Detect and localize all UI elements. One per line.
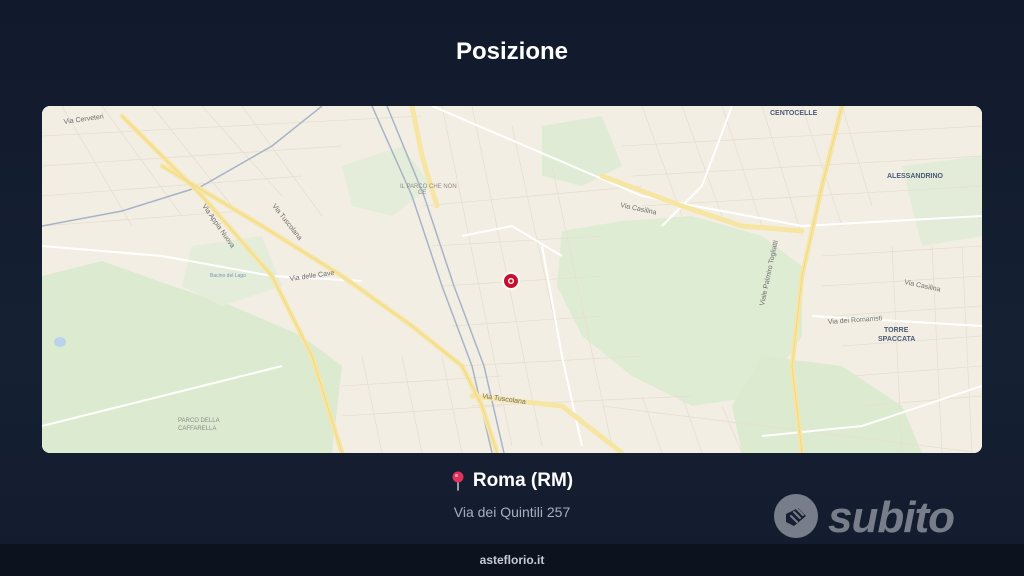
location-marker-icon[interactable] xyxy=(502,272,520,290)
district-label: SPACCATA xyxy=(878,336,915,343)
district-label: CENTOCELLE xyxy=(770,110,818,117)
district-label: TORRE xyxy=(884,327,909,334)
park-label: CE xyxy=(418,190,426,196)
brand-watermark: subito xyxy=(772,492,977,544)
map-pin-icon xyxy=(451,471,465,491)
page-title: Posizione xyxy=(455,38,569,65)
footer-site-link[interactable]: asteflorio.it xyxy=(480,553,545,567)
location-line: Roma (RM) xyxy=(451,470,573,492)
park-label: IL PARCO CHE NON xyxy=(400,184,457,190)
brand-name: subito xyxy=(828,493,955,542)
pond xyxy=(54,337,66,347)
map-canvas[interactable]: CENTOCELLE ALESSANDRINO TORRE SPACCATA P… xyxy=(42,106,982,453)
district-label: ALESSANDRINO xyxy=(887,173,944,180)
footer: asteflorio.it xyxy=(0,544,1024,576)
park-label: CAFFARELLA xyxy=(178,426,216,432)
location-map[interactable]: CENTOCELLE ALESSANDRINO TORRE SPACCATA P… xyxy=(42,106,982,453)
city-name: Roma (RM) xyxy=(472,470,574,491)
brand-logo-icon xyxy=(772,492,820,545)
water-label: Bacino del Lago xyxy=(210,273,246,279)
park-label: PARCO DELLA xyxy=(178,418,220,424)
